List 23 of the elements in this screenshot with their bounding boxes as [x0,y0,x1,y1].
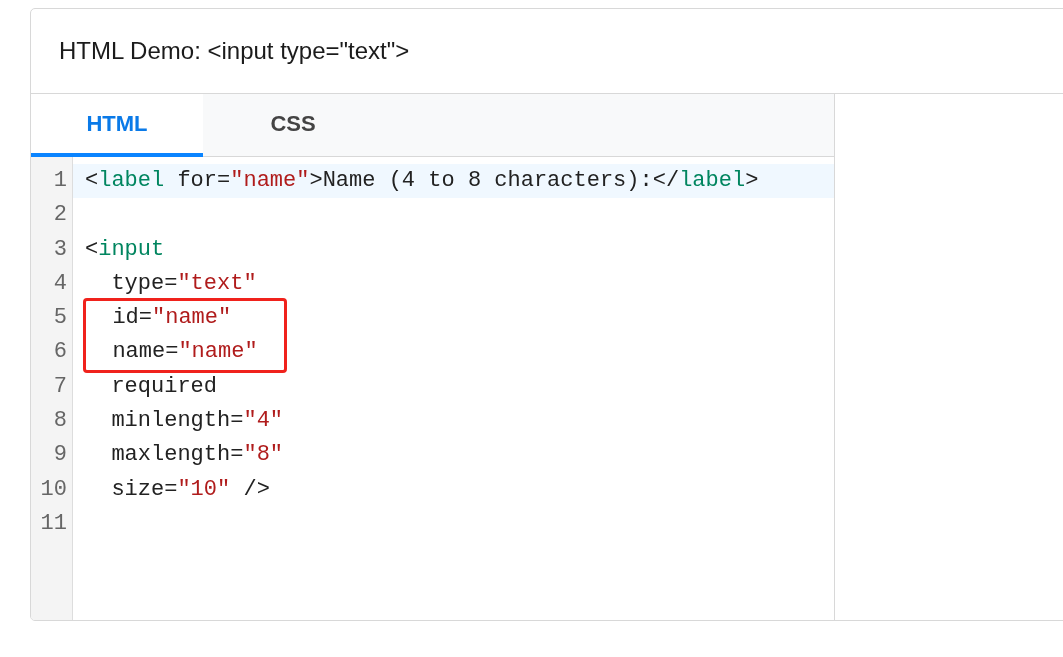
code-line: name="name" [111,339,258,365]
code-line: maxlength="8" [110,442,284,468]
line-number: 10 [39,475,68,504]
line-number: 8 [52,407,68,436]
line-number: 6 [52,338,68,367]
code-line: <input [85,236,165,262]
code-line: size="10" /> [110,476,270,502]
code-line: required [110,373,218,399]
code-line: minlength="4" [110,408,284,434]
editor-tab[interactable]: HTML [31,94,203,157]
line-number: 4 [52,269,68,298]
line-number: 9 [52,441,68,470]
line-number: 5 [52,304,68,333]
code-line: id="name" [111,305,232,331]
line-number: 1 [52,167,68,195]
line-number: 7 [52,372,68,401]
line-number: 3 [52,235,68,264]
line-number: 11 [39,509,68,538]
editor-tab[interactable]: CSS [203,94,383,157]
line-number: 2 [52,201,68,230]
code-line: <label for="name">Name (4 to 8 characters):</label> [85,168,759,193]
code-line: type="text" [110,270,257,296]
demo-title: HTML Demo: <input type="text"> [59,37,410,65]
